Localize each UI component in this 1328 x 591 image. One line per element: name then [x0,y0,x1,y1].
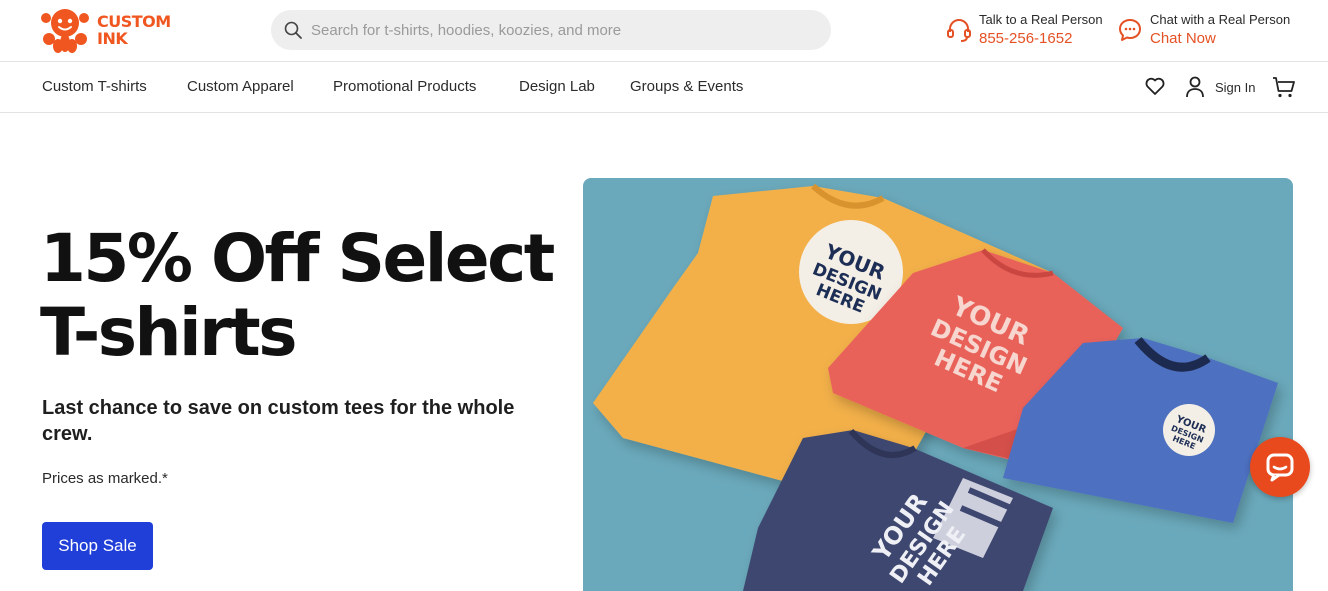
cart-icon[interactable] [1272,75,1296,99]
chat-bubble-icon [1266,453,1294,482]
brand-name-line1: CUSTOM [97,12,171,31]
user-icon[interactable] [1184,75,1206,99]
sign-in-link[interactable]: Sign In [1215,80,1255,95]
search-input[interactable] [311,10,811,50]
octopus-logo-icon [41,9,89,53]
top-header: CUSTOM INK Talk to a Real Person 855-256… [0,0,1328,62]
chat-bubble-icon [1119,19,1141,41]
hero-subtitle: Last chance to save on custom tees for t… [42,397,515,445]
search-bar[interactable] [271,10,831,50]
heart-icon[interactable] [1144,75,1166,97]
shop-sale-button[interactable]: Shop Sale [42,522,153,570]
nav-item-custom-apparel[interactable]: Custom Apparel [187,78,294,95]
tshirt-illustration: YOUR DESIGN HERE YOUR DESIGN HERE YOUR D… [593,183,1278,591]
nav-item-promotional-products[interactable]: Promotional Products [333,78,476,95]
brand-name-line2: INK [97,29,128,48]
nav-item-custom-tshirts[interactable]: Custom T-shirts [42,78,147,95]
hero-price-note: Prices as marked.* [42,470,168,487]
search-icon [284,21,302,39]
hero-title: 15% Off Select T-shirts [40,220,555,371]
chat-label: Chat with a Real Person [1150,12,1291,27]
custom-ink-logo[interactable]: CUSTOM INK [40,6,180,56]
phone-label: Talk to a Real Person [979,12,1103,27]
phone-number-link[interactable]: 855-256-1652 [979,30,1072,47]
chat-now-link[interactable]: Chat Now [1150,30,1216,47]
brand-wordmark: CUSTOM INK [97,13,171,47]
headset-icon [947,19,971,42]
nav-item-groups-events[interactable]: Groups & Events [630,78,743,95]
chat-launcher-button[interactable] [1250,437,1310,497]
nav-item-design-lab[interactable]: Design Lab [519,78,595,95]
main-nav: Custom T-shirts Custom Apparel Promotion… [0,62,1328,113]
hero-tshirts-image: YOUR DESIGN HERE YOUR DESIGN HERE YOUR D… [583,178,1293,591]
